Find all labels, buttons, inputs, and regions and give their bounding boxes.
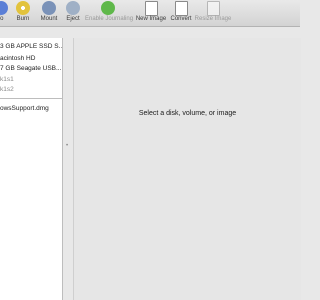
new-image-icon [145,1,158,16]
enable-journaling-button[interactable]: Enable Journaling [85,0,133,26]
journaling-icon [101,1,115,15]
sidebar-item-disk1s1[interactable]: k1s1 [0,75,62,84]
sidebar-item-windows-support-dmg[interactable]: owsSupport.dmg [0,104,62,113]
eject-icon [66,1,80,15]
resize-image-button[interactable]: Resize Image [195,0,231,26]
convert-icon [175,1,188,16]
mount-icon [42,1,56,15]
split-handle-icon[interactable]: • [66,143,70,149]
toolbar: fo Burn Mount Eject Enable Journaling Ne… [0,0,300,27]
main-content: Select a disk, volume, or image [73,38,301,300]
toolbar-label: Resize Image [194,16,232,22]
sidebar-item-apple-ssd[interactable]: 3 GB APPLE SSD S... [0,42,62,51]
empty-selection-message: Select a disk, volume, or image [138,110,237,117]
toolbar-label: Enable Journaling [85,16,134,22]
sidebar-item-disk1s2[interactable]: k1s2 [0,85,62,94]
sidebar: 3 GB APPLE SSD S... acintosh HD 7 GB Sea… [0,38,63,300]
resize-image-icon [207,1,220,16]
burn-icon [16,1,30,15]
split-view-divider[interactable] [63,38,73,300]
sidebar-item-macintosh-hd[interactable]: acintosh HD [0,54,62,63]
sidebar-divider [0,98,62,99]
sidebar-item-seagate-usb[interactable]: 7 GB Seagate USB... [0,64,62,73]
